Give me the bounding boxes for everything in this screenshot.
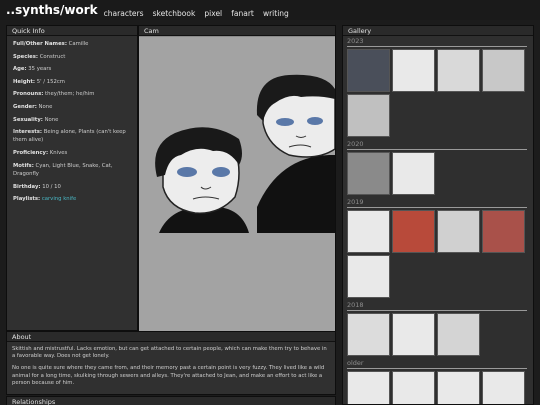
quick-info-heading: Quick Info [7,26,137,36]
info-gender: Gender: None [13,103,53,110]
gallery-thumbnail[interactable] [482,210,525,253]
gallery-year: 2023 [347,37,364,45]
gallery-thumbnail[interactable] [347,152,390,195]
character-portrait [139,37,335,331]
gallery-thumbnail[interactable] [392,313,435,356]
gallery-thumbs [343,311,533,358]
nav-writing[interactable]: writing [263,9,289,18]
nav-pixel[interactable]: pixel [204,9,222,18]
gallery-thumbnail[interactable] [347,49,390,92]
gallery-thumbnail[interactable] [482,49,525,92]
about-paragraph: Skittish and mistrustful. Lacks emotion,… [12,346,327,360]
about-paragraph: No one is quite sure where they came fro… [12,365,325,386]
site-title[interactable]: ..synths/work [6,3,98,17]
gallery-thumbnail[interactable] [392,49,435,92]
gallery-thumbnail[interactable] [482,371,525,404]
gallery-thumbnail[interactable] [392,371,435,404]
info-interests: Interests: Being alone, Plants (can't ke… [13,129,126,144]
gallery-thumbnail[interactable] [392,210,435,253]
gallery-thumbs [343,150,533,197]
main-nav: characters sketchbook pixel fanart writi… [104,1,293,20]
gallery-thumbs [343,369,533,404]
info-motifs: Motifs: Cyan, Light Blue, Snake, Cat, Dr… [13,162,113,177]
gallery-thumbnail[interactable] [347,255,390,298]
gallery-panel: Gallery 2023 2020 2019 2018 older [342,25,534,405]
character-art-panel: Cam [138,25,336,331]
gallery-heading: Gallery [343,26,533,36]
gallery-thumbnail[interactable] [347,210,390,253]
gallery-year: 2018 [347,301,364,309]
info-proficiency: Proficiency: Knives [13,150,68,157]
gallery-thumbs [343,208,533,300]
info-sexuality: Sexuality: None [13,116,59,123]
gallery-thumbnail[interactable] [437,210,480,253]
gallery-thumbnail[interactable] [347,313,390,356]
relationships-panel: Relationships [6,396,336,405]
gallery-year: older [347,359,364,367]
info-pronouns: Pronouns: they/them; he/him [13,91,95,98]
gallery-thumbs [343,47,533,139]
gallery-thumbnail[interactable] [437,49,480,92]
cam-heading: Cam [139,26,335,36]
nav-characters[interactable]: characters [104,9,144,18]
gallery-year: 2019 [347,198,364,206]
info-names: Full/Other Names: Camille [13,41,89,47]
gallery-thumbnail[interactable] [437,371,480,404]
top-bar: ..synths/work characters sketchbook pixe… [0,0,540,20]
quick-info-panel: Quick Info Full/Other Names: Camille Spe… [6,25,138,331]
info-age: Age: 35 years [13,66,52,73]
info-species: Species: Construct [13,53,66,60]
info-birthday: Birthday: 10 / 10 [13,183,61,190]
about-heading: About [7,332,335,342]
nav-sketchbook[interactable]: sketchbook [153,9,196,18]
gallery-thumbnail[interactable] [392,152,435,195]
nav-fanart[interactable]: fanart [231,9,254,18]
gallery-thumbnail[interactable] [347,94,390,137]
about-panel: About Skittish and mistrustful. Lacks em… [6,331,336,395]
gallery-thumbnail[interactable] [347,371,390,404]
playlist-link[interactable]: carving knife [42,196,76,202]
gallery-year: 2020 [347,140,364,148]
gallery-thumbnail[interactable] [437,313,480,356]
relationships-heading: Relationships [7,397,335,405]
info-playlists: Playlists: carving knife [13,196,77,203]
info-height: Height: 5' / 152cm [13,78,65,85]
